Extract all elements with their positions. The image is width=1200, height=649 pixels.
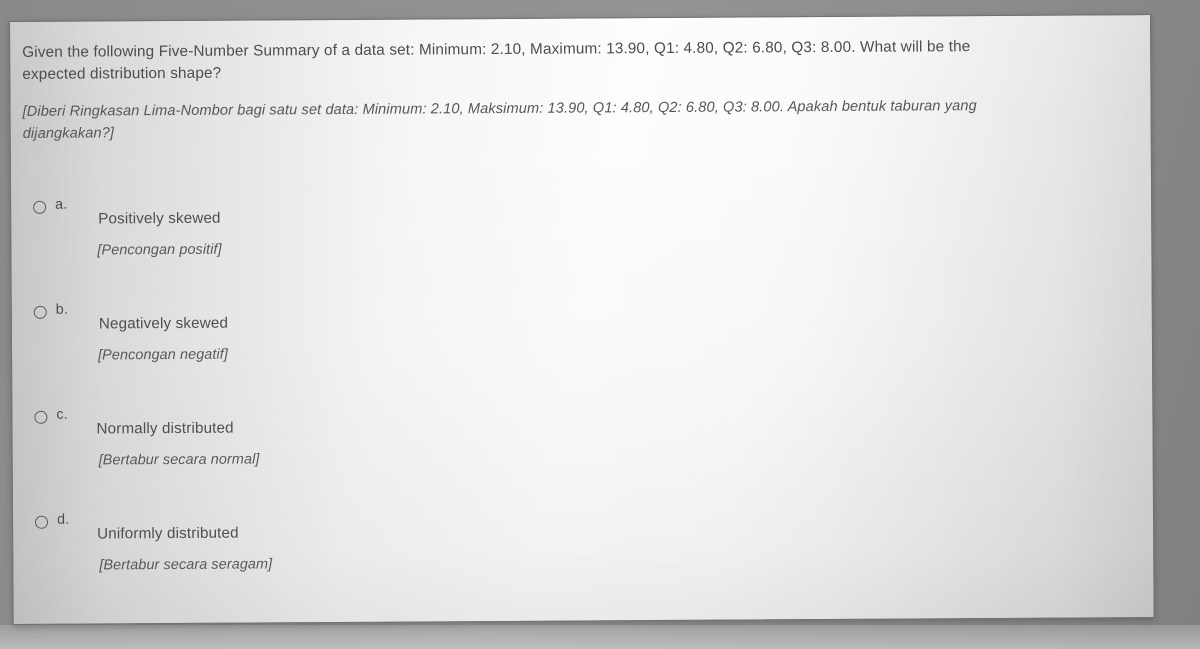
answer-option-c[interactable]: c. Normally distributed [Bertabur secara… xyxy=(34,401,1115,513)
answer-option-a[interactable]: a. Positively skewed [Pencongan positif] xyxy=(33,191,1114,303)
answer-option-a-letter: a. xyxy=(55,196,68,213)
answer-option-a-label[interactable]: Positively skewed xyxy=(98,209,221,230)
answer-option-b-letter: b. xyxy=(55,301,69,318)
answer-option-d-label[interactable]: Uniformly distributed xyxy=(97,524,239,545)
radio-unchecked-icon[interactable] xyxy=(33,200,47,214)
answer-options-list: a. Positively skewed [Pencongan positif]… xyxy=(33,191,1116,618)
question-stem-english: Given the following Five-Number Summary … xyxy=(22,35,1127,86)
answer-option-d-translation: [Bertabur secara seragam] xyxy=(99,556,273,574)
radio-unchecked-icon[interactable] xyxy=(35,515,49,529)
radio-unchecked-icon[interactable] xyxy=(34,410,48,424)
answer-option-b-label[interactable]: Negatively skewed xyxy=(99,314,228,335)
question-stem: Given the following Five-Number Summary … xyxy=(22,35,1128,145)
answer-option-c-label[interactable]: Normally distributed xyxy=(96,419,233,440)
question-stem-translation: [Diberi Ringkasan Lima-Nombor bagi satu … xyxy=(22,94,1127,145)
answer-option-c-translation: [Bertabur secara normal] xyxy=(98,451,260,469)
answer-option-c-letter: c. xyxy=(56,406,68,423)
answer-option-a-translation: [Pencongan positif] xyxy=(97,241,222,259)
question-card: Given the following Five-Number Summary … xyxy=(9,14,1155,625)
answer-option-d-letter: d. xyxy=(56,511,70,528)
answer-option-d[interactable]: d. Uniformly distributed [Bertabur secar… xyxy=(35,506,1116,618)
answer-option-b[interactable]: b. Negatively skewed [Pencongan negatif] xyxy=(33,296,1115,408)
answer-option-b-translation: [Pencongan negatif] xyxy=(97,346,229,364)
radio-unchecked-icon[interactable] xyxy=(33,305,47,319)
